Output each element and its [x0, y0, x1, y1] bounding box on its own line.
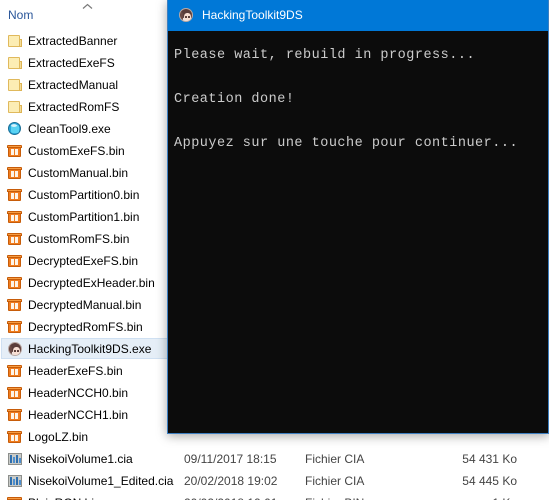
row-modified-date: 09/11/2017 18:15	[184, 452, 277, 466]
row-file-icon	[7, 473, 23, 489]
bin-file-icon	[7, 363, 23, 379]
console-title-text: HackingToolkit9DS	[202, 8, 303, 22]
folder-icon	[7, 99, 23, 115]
bin-file-icon	[7, 319, 23, 335]
console-line: Creation done!	[174, 92, 295, 107]
cia-file-icon	[7, 473, 23, 489]
cia-file-icon	[7, 451, 23, 467]
file-row[interactable]: NisekoiVolume1_Edited.cia 20/02/2018 19:0…	[0, 470, 549, 492]
row-file-name: HackingToolkit9DS.exe	[28, 342, 152, 356]
row-file-icon	[7, 363, 23, 379]
row-file-type: Fichier CIA	[305, 474, 365, 488]
row-file-icon	[7, 319, 23, 335]
console-title-bar[interactable]: HackingToolkit9DS	[168, 0, 548, 31]
row-file-name: DecryptedRomFS.bin	[28, 320, 143, 334]
app-icon	[178, 7, 194, 23]
folder-icon	[7, 33, 23, 49]
row-file-name: CustomRomFS.bin	[28, 232, 130, 246]
file-row[interactable]: PlainRGN.bin 20/02/2018 19:01 Fichier BIN 1…	[0, 492, 549, 500]
row-file-icon	[7, 55, 23, 71]
bin-file-icon	[7, 495, 23, 500]
row-file-name: CustomManual.bin	[28, 166, 129, 180]
row-file-size: 1 Ko	[425, 495, 517, 500]
row-file-name: CustomExeFS.bin	[28, 144, 125, 158]
row-file-name: HeaderExeFS.bin	[28, 364, 123, 378]
row-file-icon	[7, 429, 23, 445]
bin-file-icon	[7, 253, 23, 269]
app-icon	[7, 341, 23, 357]
row-file-name: LogoLZ.bin	[28, 430, 89, 444]
row-file-name: ExtractedRomFS	[28, 100, 120, 114]
file-row[interactable]: NisekoiVolume1.cia 09/11/2017 18:15 Fichie…	[0, 448, 549, 470]
row-file-name: ExtractedExeFS	[28, 56, 115, 70]
row-file-name: NisekoiVolume1.cia	[28, 452, 133, 466]
row-file-icon	[7, 209, 23, 225]
console-window[interactable]: HackingToolkit9DS Please wait, rebuild i…	[167, 0, 549, 434]
row-file-icon	[7, 33, 23, 49]
row-file-icon	[7, 495, 23, 500]
row-file-name: ExtractedManual	[28, 78, 119, 92]
row-file-icon	[7, 451, 23, 467]
row-modified-date: 20/02/2018 19:01	[184, 495, 277, 500]
bin-file-icon	[7, 385, 23, 401]
console-output-area[interactable]: Please wait, rebuild in progress... Crea…	[168, 31, 548, 433]
row-file-icon	[7, 297, 23, 313]
row-file-type: Fichier CIA	[305, 452, 365, 466]
column-header-name[interactable]: Nom	[8, 8, 33, 22]
bin-file-icon	[7, 187, 23, 203]
row-file-name: HeaderNCCH1.bin	[28, 408, 129, 422]
bin-file-icon	[7, 275, 23, 291]
console-line: Appuyez sur une touche pour continuer...	[174, 136, 519, 151]
row-file-name: CustomPartition1.bin	[28, 210, 140, 224]
row-file-name: HeaderNCCH0.bin	[28, 386, 129, 400]
row-file-name: CustomPartition0.bin	[28, 188, 140, 202]
screen: Nom ExtractedBanner ExtractedExeFS Extract…	[0, 0, 549, 500]
bin-file-icon	[7, 143, 23, 159]
bin-file-icon	[7, 407, 23, 423]
row-file-size: 54 431 Ko	[462, 452, 517, 466]
console-line: Please wait, rebuild in progress...	[174, 48, 476, 63]
row-file-size: 54 445 Ko	[462, 474, 517, 488]
row-file-type: Fichier BIN	[305, 495, 364, 500]
folder-icon	[7, 77, 23, 93]
row-file-icon	[7, 385, 23, 401]
row-file-icon	[7, 143, 23, 159]
sort-ascending-chevron-up-icon[interactable]	[82, 3, 93, 10]
row-file-icon	[7, 275, 23, 291]
row-file-icon	[7, 121, 23, 137]
bin-file-icon	[7, 297, 23, 313]
row-file-icon	[7, 407, 23, 423]
folder-icon	[7, 55, 23, 71]
row-file-icon	[7, 165, 23, 181]
row-file-icon	[7, 231, 23, 247]
row-file-name: PlainRGN.bin	[28, 495, 101, 500]
bin-file-icon	[7, 231, 23, 247]
row-file-icon	[7, 341, 23, 357]
row-file-icon	[7, 77, 23, 93]
bin-file-icon	[7, 165, 23, 181]
row-file-icon	[7, 253, 23, 269]
row-file-name: DecryptedExeFS.bin	[28, 254, 139, 268]
row-file-icon	[7, 187, 23, 203]
bin-file-icon	[7, 209, 23, 225]
cleantool-orb-icon	[7, 121, 23, 137]
row-file-icon	[7, 99, 23, 115]
row-file-name: NisekoiVolume1_Edited.cia	[28, 474, 174, 488]
row-modified-date: 20/02/2018 19:02	[184, 474, 278, 488]
row-file-name: CleanTool9.exe	[28, 122, 111, 136]
row-file-name: ExtractedBanner	[28, 34, 118, 48]
row-file-name: DecryptedManual.bin	[28, 298, 142, 312]
bin-file-icon	[7, 429, 23, 445]
row-file-name: DecryptedExHeader.bin	[28, 276, 155, 290]
